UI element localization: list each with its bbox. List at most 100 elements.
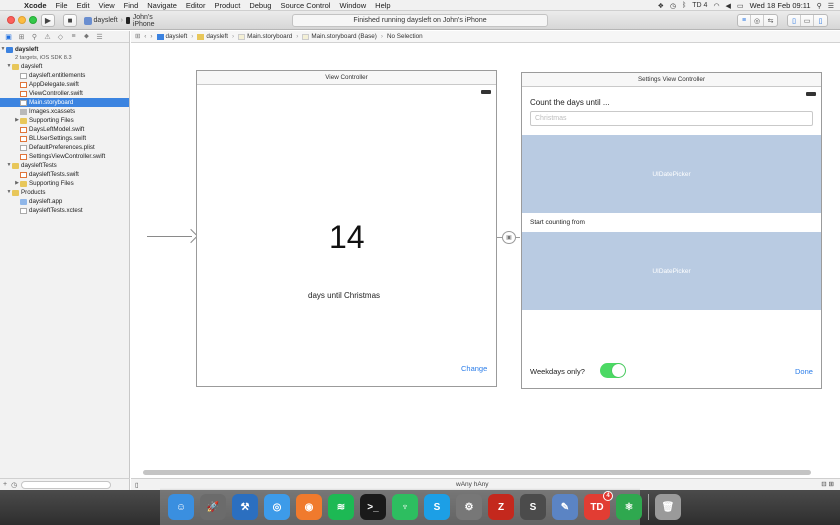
- scene-title-bar[interactable]: View Controller: [197, 71, 496, 85]
- menu-edit[interactable]: Edit: [77, 1, 90, 10]
- menu-view[interactable]: View: [99, 1, 115, 10]
- done-button[interactable]: Done: [795, 367, 813, 376]
- debug-area-toggle-icon[interactable]: ▭: [801, 15, 814, 26]
- size-class-control[interactable]: wAny hAny: [456, 481, 489, 488]
- notification-center-icon[interactable]: ☰: [828, 2, 834, 10]
- menu-file[interactable]: File: [56, 1, 68, 10]
- standard-editor-icon[interactable]: ≡: [738, 15, 751, 26]
- breadcrumb-selection[interactable]: No Selection: [387, 33, 423, 40]
- navigator-file-row[interactable]: ViewController.swift: [0, 89, 129, 98]
- navigator-file-row[interactable]: SettingsViewController.swift: [0, 152, 129, 161]
- finder-icon[interactable]: ☺: [168, 494, 194, 520]
- battery-icon[interactable]: ▭: [737, 2, 744, 10]
- navigator-file-row[interactable]: AppDelegate.swift: [0, 80, 129, 89]
- stop-button[interactable]: ■: [63, 14, 77, 27]
- change-button[interactable]: Change: [461, 364, 487, 373]
- navigator-file-row[interactable]: Main.storyboard: [0, 98, 129, 107]
- skype-icon[interactable]: S: [424, 494, 450, 520]
- menu-clock[interactable]: Wed 18 Feb 09:11: [750, 1, 811, 10]
- navigator-file-row[interactable]: DefaultPreferences.plist: [0, 143, 129, 152]
- menu-app-name[interactable]: Xcode: [24, 1, 47, 10]
- navigator-file-row[interactable]: daysleft.entitlements: [0, 71, 129, 80]
- test-navigator-icon[interactable]: ◇: [56, 33, 65, 41]
- navigator-file-row[interactable]: Images.xcassets: [0, 107, 129, 116]
- todoist-icon[interactable]: TD 4: [584, 491, 613, 520]
- sublime-text-icon[interactable]: S: [520, 494, 546, 520]
- volume-icon[interactable]: ◀: [726, 2, 731, 10]
- menu-navigate[interactable]: Navigate: [147, 1, 177, 10]
- navigator-group-row[interactable]: ▼ daysleftTests: [0, 161, 129, 170]
- canvas-horizontal-scrollbar[interactable]: [143, 470, 811, 475]
- issue-navigator-icon[interactable]: ⚠: [43, 33, 52, 41]
- menu-editor[interactable]: Editor: [186, 1, 206, 10]
- navigator-group-row[interactable]: ▼ Products: [0, 188, 129, 197]
- time-machine-icon[interactable]: ◷: [670, 2, 676, 10]
- navigator-file-row[interactable]: daysleftTests.swift: [0, 170, 129, 179]
- date-picker-1[interactable]: UIDatePicker: [522, 135, 821, 213]
- navigator-file-row[interactable]: daysleftTests.xctest: [0, 206, 129, 215]
- zoom-window-button[interactable]: [29, 16, 37, 24]
- scene-title-bar[interactable]: Settings View Controller: [522, 73, 821, 87]
- scheme-selector[interactable]: daysleft › John's iPhone: [84, 14, 174, 28]
- project-navigator-icon[interactable]: ▣: [4, 33, 13, 41]
- battery-label[interactable]: TD 4: [692, 2, 707, 9]
- start-counting-label[interactable]: Start counting from: [530, 219, 585, 226]
- view-controller-scene[interactable]: View Controller 14 days until Christmas …: [196, 70, 497, 387]
- assistant-editor-icon[interactable]: ◎: [751, 15, 764, 26]
- version-editor-icon[interactable]: ⇆: [764, 15, 777, 26]
- spotlight-icon[interactable]: ⚲: [817, 2, 822, 10]
- dropbox-icon[interactable]: ❖: [658, 2, 664, 10]
- wifi-icon[interactable]: ◠: [713, 2, 719, 10]
- symbol-navigator-icon[interactable]: ⊞: [17, 33, 26, 41]
- system-preferences-icon[interactable]: ⚙: [456, 494, 482, 520]
- segue-icon[interactable]: ▣: [502, 231, 516, 244]
- zoom-controls-icon[interactable]: ⊟ ⊞: [821, 480, 834, 488]
- xcode-icon[interactable]: ⚒: [232, 494, 258, 520]
- days-until-label[interactable]: days until Christmas: [308, 291, 380, 300]
- menu-source-control[interactable]: Source Control: [280, 1, 330, 10]
- menu-debug[interactable]: Debug: [249, 1, 271, 10]
- menu-find[interactable]: Find: [124, 1, 139, 10]
- forward-arrow-icon[interactable]: ›: [150, 33, 152, 40]
- settings-view-controller-scene[interactable]: Settings View Controller Count the days …: [521, 72, 822, 389]
- run-button[interactable]: ▶: [41, 14, 55, 27]
- event-name-text-field[interactable]: Christmas: [530, 111, 813, 126]
- utilities-toggle-icon[interactable]: ▯: [814, 15, 827, 26]
- navigator-file-row[interactable]: daysleft.app: [0, 197, 129, 206]
- breadcrumb-file[interactable]: Main.storyboard: [238, 33, 292, 40]
- terminal-icon[interactable]: >_: [360, 494, 386, 520]
- count-heading-label[interactable]: Count the days until ...: [530, 98, 610, 107]
- navigator-filter-field[interactable]: [21, 480, 112, 489]
- date-picker-2[interactable]: UIDatePicker: [522, 232, 821, 310]
- navigator-toggle-icon[interactable]: ▯: [788, 15, 801, 26]
- vlc-icon[interactable]: ◉: [296, 494, 322, 520]
- breadcrumb-localization[interactable]: Main.storyboard (Base): [302, 33, 377, 40]
- recent-filter-icon[interactable]: ◷: [11, 481, 17, 489]
- safari-icon[interactable]: ◎: [264, 494, 290, 520]
- navigator-file-row[interactable]: DaysLeftModel.swift: [0, 125, 129, 134]
- weekdays-only-switch[interactable]: [600, 363, 626, 378]
- breadcrumb-group[interactable]: daysleft: [197, 33, 228, 40]
- navigator-file-row[interactable]: BLUserSettings.swift: [0, 134, 129, 143]
- add-icon[interactable]: +: [3, 481, 7, 488]
- back-arrow-icon[interactable]: ‹: [144, 33, 146, 40]
- outline-toggle-icon[interactable]: ▯: [135, 481, 139, 489]
- weekdays-only-label[interactable]: Weekdays only?: [530, 367, 585, 376]
- navigator-group-row[interactable]: ▼ daysleft: [0, 62, 129, 71]
- evernote-icon[interactable]: ♆: [392, 494, 418, 520]
- minimize-window-button[interactable]: [18, 16, 26, 24]
- breakpoint-navigator-icon[interactable]: ⬥: [82, 33, 91, 41]
- navigator-group-row[interactable]: ▶ Supporting Files: [0, 179, 129, 188]
- preview-icon[interactable]: ✎: [552, 494, 578, 520]
- debug-navigator-icon[interactable]: ≡: [69, 33, 78, 40]
- filezilla-icon[interactable]: Z: [488, 494, 514, 520]
- spotify-icon[interactable]: ≋: [328, 494, 354, 520]
- atom-icon[interactable]: ⚛: [616, 494, 642, 520]
- days-count-label[interactable]: 14: [329, 219, 365, 256]
- launchpad-icon[interactable]: 🚀: [200, 494, 226, 520]
- menu-window[interactable]: Window: [339, 1, 366, 10]
- navigator-group-row[interactable]: ▶ Supporting Files: [0, 116, 129, 125]
- menu-product[interactable]: Product: [214, 1, 240, 10]
- menu-help[interactable]: Help: [375, 1, 390, 10]
- bluetooth-icon[interactable]: ᛒ: [682, 2, 686, 9]
